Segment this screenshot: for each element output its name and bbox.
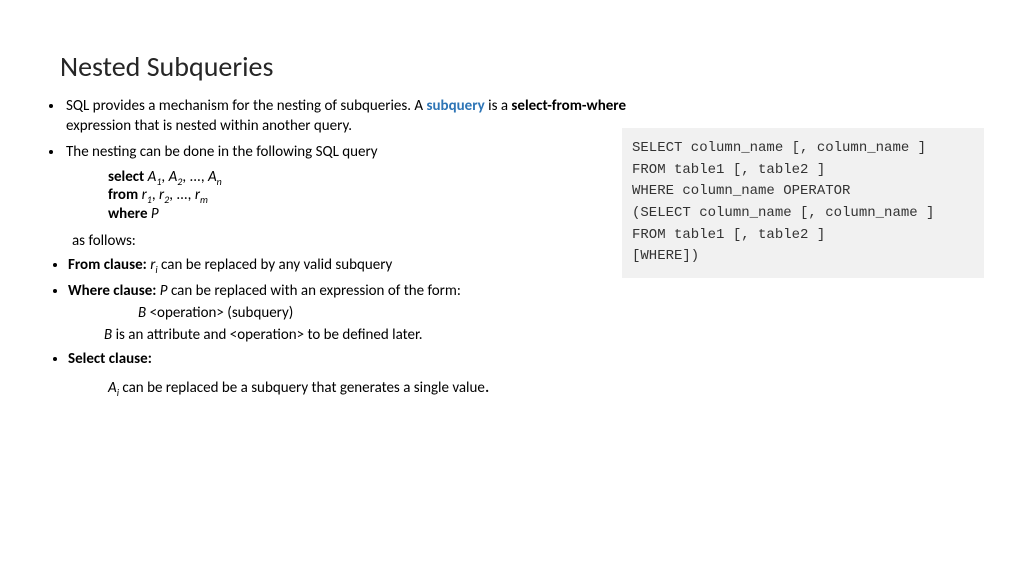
var: A [208, 168, 217, 186]
text: SQL provides a mechanism for the nesting… [66, 97, 426, 115]
label: From clause: [68, 256, 147, 274]
sub: i [155, 263, 157, 276]
content-column: SQL provides a mechanism for the nesting… [46, 96, 636, 399]
text: expression that is nested within another… [66, 117, 352, 135]
bullet-select-clause: Select clause: Ai can be replaced be a s… [68, 349, 636, 399]
kw-where: where [108, 205, 148, 223]
var-b: B [104, 326, 112, 344]
label: Where clause: [68, 282, 156, 300]
text: can be replaced by any valid subquery [161, 256, 392, 274]
text: The nesting can be done in the following… [66, 143, 378, 161]
operation-line: B <operation> (subquery) [138, 303, 636, 323]
slide-title: Nested Subqueries [60, 48, 974, 86]
b-definition: B is an attribute and <operation> to be … [104, 325, 636, 345]
term-subquery: subquery [426, 97, 484, 115]
bullet-definition: SQL provides a mechanism for the nesting… [64, 96, 636, 137]
var: A [108, 379, 117, 397]
sub-list: From clause: ri can be replaced by any v… [46, 255, 636, 399]
bullet-from-clause: From clause: ri can be replaced by any v… [68, 255, 636, 277]
top-list: SQL provides a mechanism for the nesting… [46, 96, 636, 163]
sub: i [117, 386, 119, 399]
period: . [485, 375, 490, 397]
var-b: B [138, 304, 146, 322]
var-p: P [151, 205, 159, 223]
as-follows: as follows: [72, 231, 636, 251]
text: can be replaced be a subquery that gener… [122, 379, 484, 397]
text: <operation> (subquery) [146, 304, 293, 322]
var-p: P [160, 282, 168, 300]
label: Select clause: [68, 350, 152, 368]
text: is a [485, 97, 512, 115]
text: is an attribute and <operation> to be de… [112, 326, 422, 344]
a-line: Ai can be replaced be a subquery that ge… [108, 374, 636, 400]
query-template: select A1, A2, ..., An from r1, r2, ...,… [108, 169, 636, 223]
slide-content: Nested Subqueries SQL provides a mechani… [0, 0, 1024, 423]
bullet-nesting: The nesting can be done in the following… [64, 142, 636, 162]
kw-from: from [108, 186, 138, 204]
bold-sfw: select-from-where [511, 97, 626, 115]
bullet-where-clause: Where clause: P can be replaced with an … [68, 281, 636, 346]
kw-select: select [108, 168, 144, 186]
var: A [169, 168, 178, 186]
sql-code-box: SELECT column_name [, column_name ] FROM… [622, 128, 984, 278]
text: can be replaced with an expression of th… [168, 282, 461, 300]
